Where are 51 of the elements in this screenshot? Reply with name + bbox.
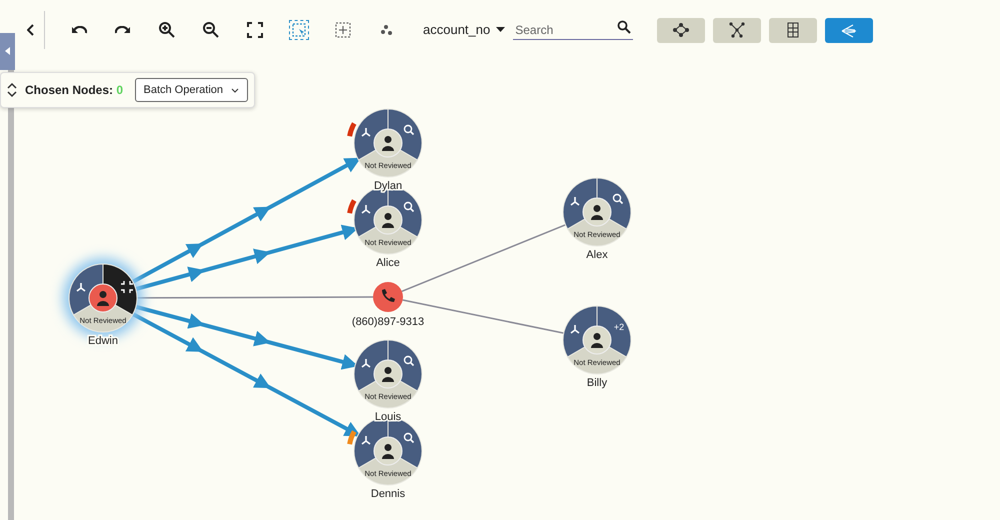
collapse-icon[interactable] [120, 280, 134, 294]
layout-button[interactable] [769, 18, 818, 42]
node-label: Edwin [88, 335, 118, 347]
undo-icon [71, 26, 87, 34]
node-label: Billy [586, 377, 608, 389]
person-icon [591, 333, 603, 348]
node-label: Alex [586, 249, 608, 261]
expand-icon[interactable] [570, 324, 580, 334]
expand-icon[interactable] [570, 196, 580, 206]
caret-down-icon [496, 27, 506, 33]
node-label: Alice [376, 257, 400, 269]
layout-button[interactable] [713, 18, 762, 42]
sidebar-toggle[interactable] [0, 33, 15, 70]
zoom-in-icon [158, 21, 176, 39]
count-badge[interactable]: +2 [614, 322, 624, 332]
expand-icon[interactable] [361, 204, 371, 214]
batch-operation-dropdown[interactable]: Batch Operation [134, 78, 248, 102]
chosen-nodes-label: Chosen Nodes: 0 [25, 82, 124, 99]
expand-collapse-icon[interactable] [7, 82, 17, 98]
person-icon [382, 136, 394, 151]
expand-icon[interactable] [361, 127, 371, 137]
search-icon[interactable] [612, 194, 624, 204]
search-field[interactable]: Search [513, 21, 634, 40]
person-icon [382, 367, 394, 382]
person-icon [382, 213, 394, 228]
field-dropdown[interactable]: account_no [419, 20, 510, 40]
person-icon [591, 205, 603, 220]
fit-screen-icon [246, 21, 264, 39]
zoom-out-icon [202, 21, 220, 39]
person-icon [97, 291, 109, 306]
network-icon [671, 21, 692, 39]
node-label: Dennis [370, 488, 406, 500]
search-icon[interactable] [404, 432, 414, 444]
person-icon [382, 444, 394, 459]
search-icon[interactable] [404, 124, 414, 136]
back-icon [26, 24, 34, 36]
caret-left-icon [4, 47, 10, 56]
node-label: (860)897-9313 [352, 316, 424, 328]
search-icon[interactable] [404, 202, 414, 212]
search-icon[interactable] [617, 20, 632, 34]
phone-node[interactable] [373, 282, 403, 312]
expand-icon[interactable] [76, 282, 86, 292]
search-icon[interactable] [404, 356, 414, 366]
area-select-icon [334, 21, 352, 39]
tree-icon [727, 21, 748, 39]
redo-icon [115, 26, 131, 34]
expand-icon[interactable] [361, 435, 371, 445]
layout-button[interactable] [657, 18, 706, 42]
expand-icon[interactable] [361, 358, 371, 368]
box-select-icon [290, 21, 308, 39]
chevron-down-icon [231, 88, 239, 92]
